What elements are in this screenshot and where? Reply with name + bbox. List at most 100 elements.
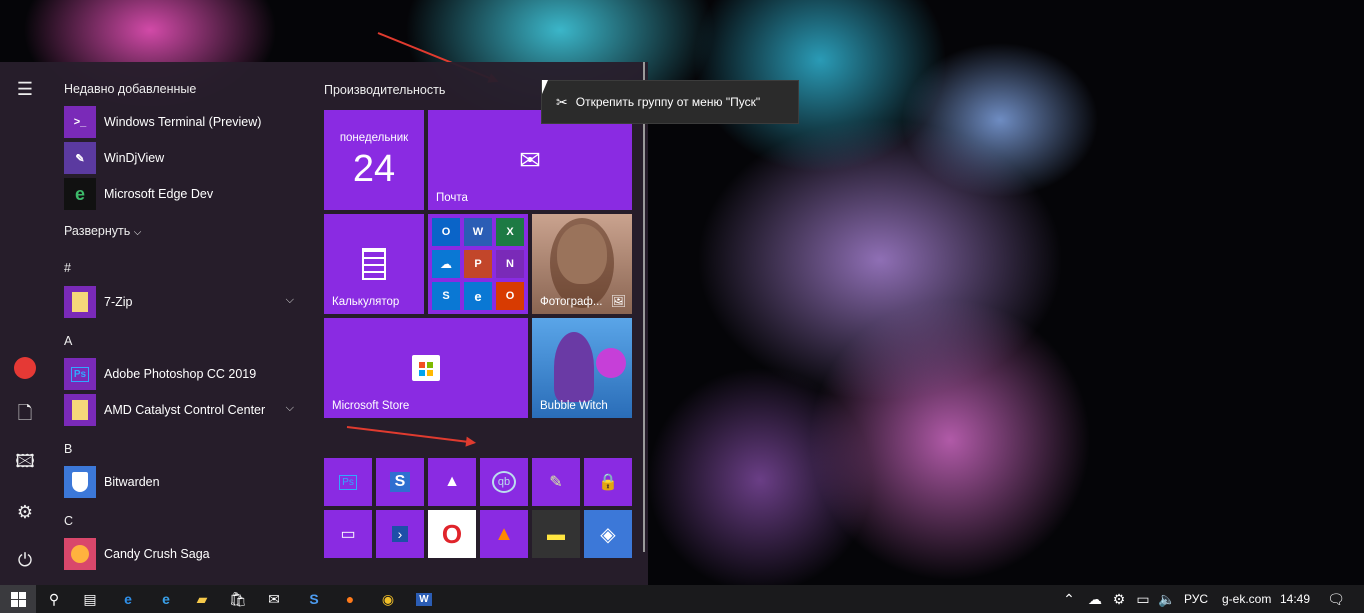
- onedrive-icon: ☁: [432, 250, 460, 278]
- explorer-icon[interactable]: ▰: [184, 585, 220, 613]
- game-bubble: [596, 348, 626, 378]
- site-label: g-ek.com: [1222, 592, 1272, 606]
- word-taskbar-icon[interactable]: W: [406, 585, 442, 613]
- unpin-group-tooltip[interactable]: ✂ Открепить группу от меню "Пуск": [541, 80, 799, 124]
- letter-header-c[interactable]: C: [64, 514, 73, 528]
- tile-vlc[interactable]: ▲: [480, 510, 528, 558]
- recent-header: Недавно добавленные: [64, 82, 197, 96]
- tile-bubble-witch[interactable]: Bubble Witch: [532, 318, 632, 418]
- edge-dev-icon: e: [64, 178, 96, 210]
- onenote-icon: N: [496, 250, 524, 278]
- app-amd-catalyst[interactable]: AMD Catalyst Control Center ⌵: [64, 394, 304, 426]
- tile-photos[interactable]: Фотограф... 🖼: [532, 214, 632, 314]
- edge-taskbar-icon[interactable]: e: [110, 585, 146, 613]
- clock[interactable]: 14:49: [1280, 592, 1310, 606]
- network-icon[interactable]: ☁: [1082, 585, 1108, 613]
- tile-cmd[interactable]: ▭: [324, 510, 372, 558]
- photos-icon: 🖼: [610, 294, 626, 308]
- tile-s-app[interactable]: S: [376, 458, 424, 506]
- notifications-icon[interactable]: 🗨: [1318, 585, 1354, 613]
- mouse-cursor-icon: [542, 80, 548, 94]
- unpin-icon: ✂: [556, 93, 568, 110]
- tile-sticky-notes[interactable]: ▬: [532, 510, 580, 558]
- taskbar: ⚲ ▤ e e ▰ 🛍 ✉ S ● ◉ W ⌃ ☁ ⚙ ▭ 🔈 РУС g-ek…: [0, 585, 1364, 613]
- tile-opera[interactable]: O: [428, 510, 476, 558]
- start-rail: ☰ 🗋 🖾 ⚙ ⏻: [0, 62, 50, 585]
- start-menu: ☰ 🗋 🖾 ⚙ ⏻ Недавно добавленные >_ Windows…: [0, 62, 648, 585]
- tile-photoshop[interactable]: Ps: [324, 458, 372, 506]
- search-icon[interactable]: ⚲: [36, 585, 72, 613]
- store-bag-icon: [412, 355, 440, 381]
- tile-notepad[interactable]: ✎: [532, 458, 580, 506]
- mail-taskbar-icon[interactable]: ✉: [256, 585, 292, 613]
- tile-keepass[interactable]: 🔒: [584, 458, 632, 506]
- calendar-day: понедельник: [339, 132, 409, 144]
- app-7zip[interactable]: 7-Zip ⌵: [64, 286, 304, 318]
- tray-overflow-icon[interactable]: ⌃: [1056, 585, 1082, 613]
- language-indicator[interactable]: РУС: [1184, 592, 1208, 606]
- s-app-taskbar-icon[interactable]: S: [296, 585, 332, 613]
- calculator-icon: [362, 248, 386, 280]
- tile-calculator[interactable]: Калькулятор: [324, 214, 424, 314]
- tile-office-folder[interactable]: O W X ☁ P N S e O: [428, 214, 528, 314]
- folder-icon: [64, 286, 96, 318]
- ie-taskbar-icon[interactable]: e: [148, 585, 184, 613]
- office-icon: O: [496, 282, 524, 310]
- candy-crush-icon: [64, 538, 96, 570]
- app-photoshop[interactable]: Ps Adobe Photoshop CC 2019: [64, 358, 304, 390]
- outlook-icon: O: [432, 218, 460, 246]
- tile-store[interactable]: Microsoft Store: [324, 318, 528, 418]
- letter-header-a[interactable]: A: [64, 334, 72, 348]
- resize-divider[interactable]: [643, 62, 645, 552]
- hamburger-menu-icon[interactable]: ☰: [10, 74, 40, 104]
- windows-logo-icon: [10, 591, 26, 607]
- calendar-date: 24: [352, 148, 396, 190]
- start-button[interactable]: [0, 585, 36, 613]
- settings-tray-icon[interactable]: ⚙: [1106, 585, 1132, 613]
- task-view-icon[interactable]: ▤: [72, 585, 108, 613]
- tile-calendar[interactable]: понедельник 24: [324, 110, 424, 210]
- tile-bitwarden[interactable]: ◈: [584, 510, 632, 558]
- group-title[interactable]: Производительность: [324, 83, 445, 97]
- app-list: Недавно добавленные >_ Windows Terminal …: [50, 62, 310, 585]
- store-taskbar-icon[interactable]: 🛍: [220, 585, 256, 613]
- game-character: [554, 332, 594, 402]
- edge-icon: e: [464, 282, 492, 310]
- app-bitwarden[interactable]: Bitwarden: [64, 466, 304, 498]
- word-icon: W: [464, 218, 492, 246]
- tile-area: Производительность понедельник 24 ✉ Почт…: [324, 62, 648, 585]
- pictures-icon[interactable]: 🖾: [10, 449, 40, 479]
- app-windows-terminal[interactable]: >_ Windows Terminal (Preview): [64, 106, 304, 138]
- app-edge-dev[interactable]: e Microsoft Edge Dev: [64, 178, 304, 210]
- chevron-down-icon[interactable]: ⌵: [286, 294, 294, 307]
- mail-icon: ✉: [519, 144, 541, 175]
- letter-header-hash[interactable]: #: [64, 261, 71, 275]
- terminal-icon: >_: [64, 106, 96, 138]
- battery-icon[interactable]: ▭: [1130, 585, 1156, 613]
- letter-header-b[interactable]: B: [64, 442, 72, 456]
- chevron-down-icon: ⌵: [133, 227, 142, 238]
- tile-powershell[interactable]: ›: [376, 510, 424, 558]
- volume-icon[interactable]: 🔈: [1154, 585, 1180, 613]
- firefox-icon[interactable]: ●: [332, 585, 368, 613]
- documents-icon[interactable]: 🗋: [10, 401, 40, 431]
- chrome-icon[interactable]: ◉: [370, 585, 406, 613]
- excel-icon: X: [496, 218, 524, 246]
- windjview-icon: ✎: [64, 142, 96, 174]
- power-icon[interactable]: ⏻: [10, 545, 40, 575]
- user-avatar[interactable]: [10, 353, 40, 383]
- settings-gear-icon[interactable]: ⚙: [10, 497, 40, 527]
- app-candy-crush[interactable]: Candy Crush Saga: [64, 538, 304, 570]
- bitwarden-icon: [64, 466, 96, 498]
- powerpoint-icon: P: [464, 250, 492, 278]
- skype-icon: S: [432, 282, 460, 310]
- expand-button[interactable]: Развернуть ⌵: [64, 224, 141, 238]
- folder-icon: [64, 394, 96, 426]
- chevron-down-icon[interactable]: ⌵: [286, 402, 294, 415]
- photo-hair: [550, 218, 614, 308]
- tile-qbittorrent[interactable]: qb: [480, 458, 528, 506]
- tile-mail[interactable]: ✉ Почта: [428, 110, 632, 210]
- photoshop-icon: Ps: [64, 358, 96, 390]
- tile-app-3[interactable]: ▲: [428, 458, 476, 506]
- app-windjview[interactable]: ✎ WinDjView: [64, 142, 304, 174]
